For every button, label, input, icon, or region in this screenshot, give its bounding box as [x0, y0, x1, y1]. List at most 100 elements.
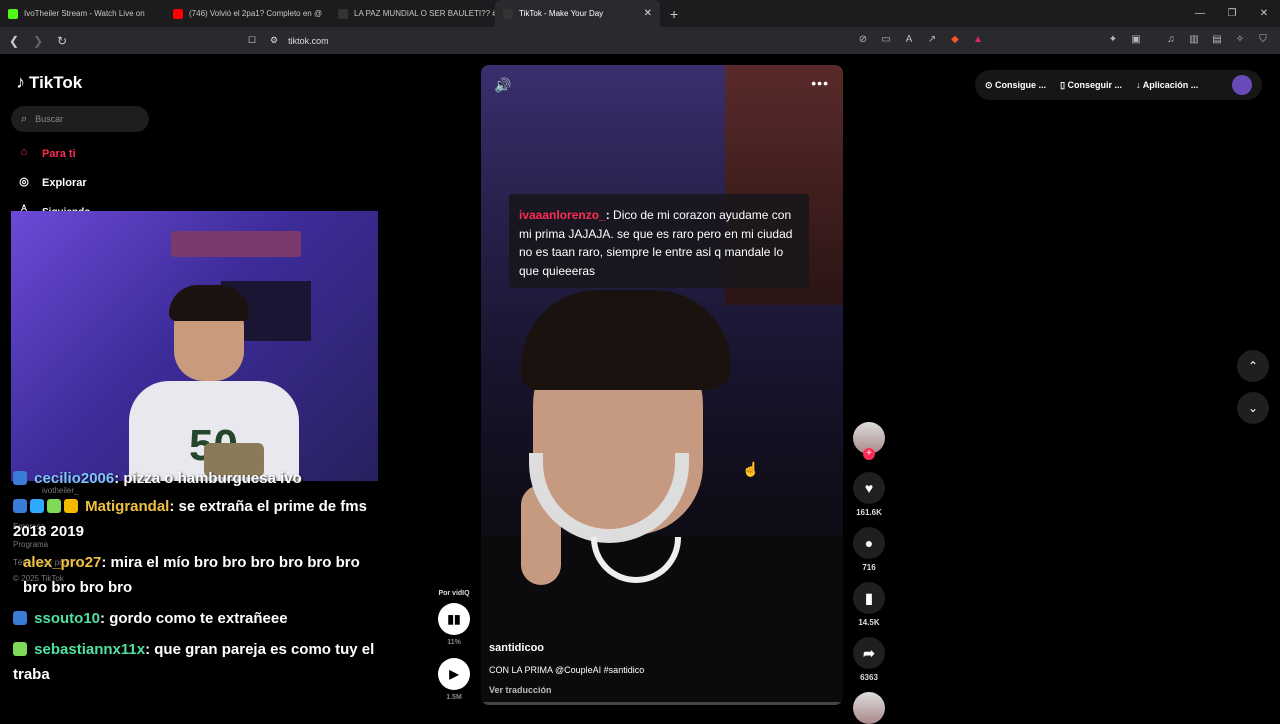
badge-icon [13, 611, 27, 625]
compass-icon: ◎ [19, 176, 29, 188]
save-count: 14.5K [858, 618, 880, 627]
site-info-icon[interactable]: ⚙ [270, 35, 278, 46]
youtube-favicon-icon [173, 8, 183, 19]
vidiq-percent: 11% [447, 639, 461, 646]
search-input[interactable]: ⌕ Buscar [11, 106, 149, 132]
video-author[interactable]: santidicoo [489, 642, 544, 654]
back-icon[interactable]: ❮ [4, 34, 24, 48]
video-progress-bar[interactable] [481, 702, 843, 705]
url-field[interactable]: ☐ ⚙ tiktok.com [248, 27, 329, 54]
profile-avatar[interactable] [1232, 75, 1252, 95]
hand-cursor-icon: ☝ [742, 461, 760, 477]
kick-favicon-icon [8, 8, 18, 19]
cast-icon[interactable]: ▭ [879, 33, 893, 47]
new-tab-button[interactable]: + [670, 6, 678, 22]
tiktok-logo[interactable]: ♪ TikTok [16, 72, 82, 93]
caption-user: ivaaanlorenzo_ [519, 208, 606, 222]
comment-action[interactable]: ● 716 [852, 527, 886, 572]
stream-webcam-overlay: 50 [11, 211, 378, 481]
chat-message: Matigrandal: se extraña el prime de fms … [13, 498, 367, 540]
share-arrow-icon[interactable]: ➦ [853, 637, 885, 669]
badge-icon [47, 499, 61, 513]
chat-message: alex_pro27: mira el mío bro bro bro bro … [23, 554, 360, 596]
tiktok-favicon-icon [338, 8, 348, 19]
vidiq-views: 1.5M [446, 694, 462, 701]
comment-icon[interactable]: ● [853, 527, 885, 559]
address-bar-actions: ⊘ ▭ A ↗ ◆ ▲ [856, 33, 985, 47]
like-action[interactable]: ♥ 161.6K [852, 472, 886, 517]
tiktok-note-icon: ♪ [16, 72, 25, 92]
play-button[interactable]: ▶ [438, 658, 470, 690]
bookmark-icon[interactable]: ▮ [853, 582, 885, 614]
heart-icon[interactable]: ♥ [853, 472, 885, 504]
tab-label: (746) Volvió el 2pa1? Completo en @ [189, 9, 323, 18]
extensions-icon[interactable]: ✦ [1106, 33, 1120, 47]
vidiq-label: Por vidIQ [438, 590, 470, 597]
shelf-shape [171, 231, 301, 257]
chat-message: sebastiannx11x: que gran pareja es como … [13, 641, 375, 683]
reload-icon[interactable]: ↻ [52, 34, 72, 48]
browser-tab-kick[interactable]: IvoTheiler Stream - Watch Live on [0, 0, 165, 27]
url-text: tiktok.com [288, 35, 329, 46]
home-icon: ⌂ [20, 146, 28, 158]
follow-plus-icon[interactable]: + [863, 448, 875, 460]
close-window-button[interactable]: ✕ [1248, 8, 1280, 19]
video-player[interactable]: 🔊 ••• ivaaanlorenzo_: Dico de mi corazon… [481, 65, 843, 705]
more-options-button[interactable]: ••• [811, 75, 829, 91]
restore-button[interactable]: ❐ [1216, 8, 1248, 19]
brave-shield-icon[interactable]: ◆ [948, 33, 962, 47]
minimize-button[interactable]: — [1184, 8, 1216, 19]
sound-avatar[interactable] [853, 692, 885, 724]
browser-tab-tiktok[interactable]: TikTok - Make Your Day ✕ [495, 0, 660, 27]
vpn-icon[interactable]: ⛉ [1256, 33, 1270, 47]
badge-icon [64, 499, 78, 513]
leo-ai-icon[interactable]: ✧ [1233, 33, 1247, 47]
rewards-icon[interactable]: ▲ [971, 33, 985, 47]
close-tab-icon[interactable]: ✕ [644, 8, 652, 19]
comment-reply-caption: ivaaanlorenzo_: Dico de mi corazon ayuda… [509, 194, 809, 288]
speaker-icon[interactable]: 🔊 [494, 77, 511, 94]
save-action[interactable]: ▮ 14.5K [852, 582, 886, 627]
browser-tab-youtube[interactable]: (746) Volvió el 2pa1? Completo en @ [165, 0, 330, 27]
hair-shape [169, 285, 249, 321]
no-video-icon[interactable]: ⊘ [856, 33, 870, 47]
badge-icon [30, 499, 44, 513]
share-action[interactable]: ➦ 6363 [852, 637, 886, 682]
wallet-icon[interactable]: ▤ [1210, 33, 1224, 47]
badge-icon [13, 471, 27, 485]
translate-icon[interactable]: A [902, 33, 916, 47]
screenshot-icon[interactable]: ▣ [1129, 33, 1143, 47]
get-coins-button[interactable]: ⊙ Consigue ... [985, 80, 1046, 91]
see-translation-link[interactable]: Ver traducción [489, 685, 552, 695]
top-right-actions: ⊙ Consigue ... ▯ Conseguir ... ↓ Aplicac… [975, 70, 1262, 100]
video-description: CON LA PRIMA @CoupleAI #santidico [489, 665, 645, 675]
tab-label: TikTok - Make Your Day [519, 9, 604, 18]
author-avatar[interactable]: + [853, 422, 885, 460]
nav-label: Explorar [42, 177, 87, 189]
browser-toolbar-icons: ✦ ▣ ♫ ▥ ▤ ✧ ⛉ ≡ [1106, 33, 1280, 47]
tiktok-page: ♪ TikTok ⌕ Buscar ⌂ Para ti ◎ Explorar ♙… [0, 54, 1280, 724]
stream-chat: cecilio2006: pizza o hamburguesa ivo Mat… [13, 470, 383, 693]
nav-item-explorar[interactable]: ◎ Explorar [16, 175, 87, 191]
window-controls: — ❐ ✕ [1184, 0, 1280, 27]
next-video-button[interactable]: ⌄ [1237, 392, 1269, 424]
like-count: 161.6K [856, 508, 882, 517]
vidiq-widget: Por vidIQ ▮▮ 11% ▶ 1.5M [436, 590, 472, 701]
chat-message: cecilio2006: pizza o hamburguesa ivo [13, 470, 383, 488]
badge-icon [13, 642, 27, 656]
share-count: 6363 [860, 673, 878, 682]
music-icon[interactable]: ♫ [1164, 33, 1178, 47]
share-icon[interactable]: ↗ [925, 33, 939, 47]
download-app-button[interactable]: ↓ Aplicación ... [1136, 80, 1198, 90]
vidiq-stats-button[interactable]: ▮▮ [438, 603, 470, 635]
address-bar: ❮ ❯ ↻ ☐ ⚙ tiktok.com ⊘ ▭ A ↗ ◆ ▲ ✦ ▣ ♫ ▥… [0, 27, 1280, 54]
comment-count: 716 [862, 563, 876, 572]
previous-video-button[interactable]: ⌃ [1237, 350, 1269, 382]
get-app-button[interactable]: ▯ Conseguir ... [1060, 80, 1122, 91]
forward-icon[interactable]: ❯ [28, 34, 48, 48]
bookmark-icon[interactable]: ☐ [248, 35, 256, 46]
nav-item-para-ti[interactable]: ⌂ Para ti [16, 146, 76, 162]
tiktok-favicon-icon [503, 8, 513, 19]
sidebar-icon[interactable]: ▥ [1187, 33, 1201, 47]
browser-tab-tiktok-video[interactable]: LA PAZ MUNDIAL O SER BAULETI?? # [330, 0, 495, 27]
